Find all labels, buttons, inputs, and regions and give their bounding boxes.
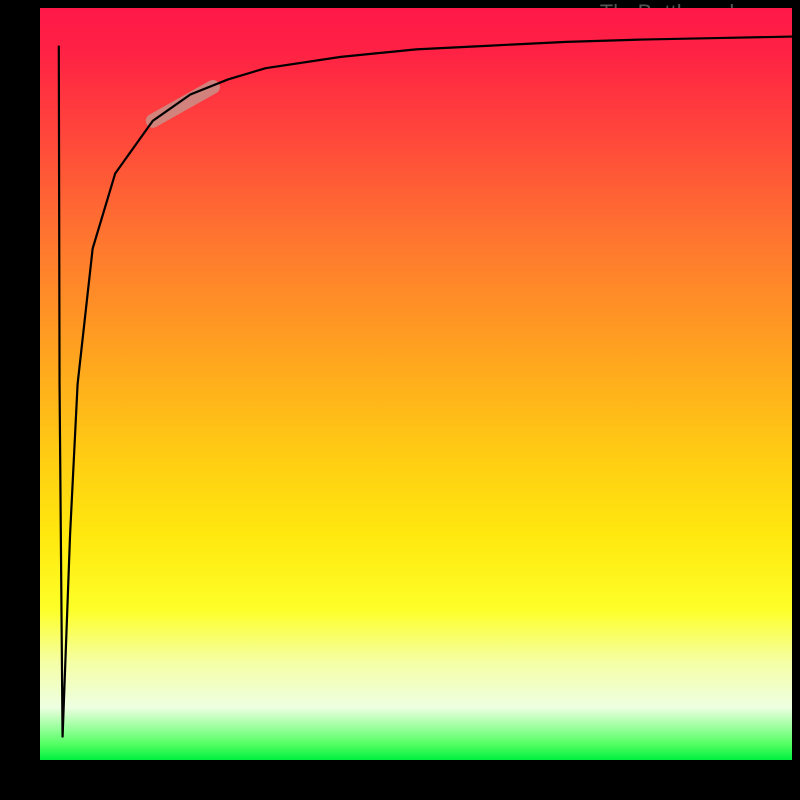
chart-container: TheBottleneck.com bbox=[0, 0, 800, 800]
curve-svg bbox=[40, 8, 792, 760]
curve-path bbox=[59, 37, 792, 738]
plot-area bbox=[40, 8, 792, 760]
